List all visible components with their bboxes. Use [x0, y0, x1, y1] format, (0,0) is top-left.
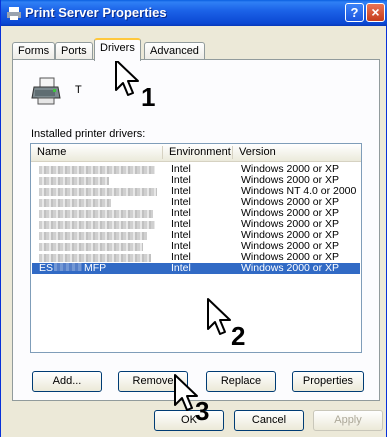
properties-button[interactable]: Properties	[292, 371, 364, 392]
mouse-pointer-icon	[115, 59, 139, 96]
table-row-selected[interactable]: ES MFP Intel Windows 2000 or XP	[32, 263, 360, 274]
tab-advanced[interactable]: Advanced	[144, 42, 205, 60]
column-header-environment[interactable]: Environment	[163, 146, 233, 159]
driver-environment: Intel	[171, 262, 191, 274]
apply-button[interactable]: Apply	[313, 410, 383, 431]
step-1-callout: 1	[141, 82, 156, 112]
tab-ports[interactable]: Ports	[55, 42, 93, 60]
replace-button[interactable]: Replace	[206, 371, 276, 392]
close-button[interactable]: ×	[366, 3, 385, 22]
server-name: T	[75, 84, 82, 96]
print-server-icon	[31, 77, 61, 105]
driver-name: ES MFP	[39, 263, 106, 274]
cancel-button[interactable]: Cancel	[234, 410, 304, 431]
driver-version: Windows 2000 or XP	[241, 262, 340, 274]
step-3-callout: 3	[195, 396, 210, 426]
help-button[interactable]: ?	[345, 3, 364, 22]
ok-button[interactable]: OK	[154, 410, 224, 431]
tab-forms[interactable]: Forms	[12, 42, 56, 60]
list-header: Name Environment Version	[31, 144, 361, 162]
add-button[interactable]: Add...	[32, 371, 102, 392]
printer-icon	[7, 7, 21, 20]
tab-drivers[interactable]: Drivers	[94, 38, 141, 61]
column-header-name[interactable]: Name	[31, 146, 163, 159]
driver-name-suffix: MFP	[84, 262, 107, 274]
title-bar[interactable]: Print Server Properties ? ×	[1, 0, 387, 26]
drivers-tab-panel: T Installed printer drivers: Name Enviro…	[12, 59, 380, 401]
installed-drivers-list[interactable]: Name Environment Version Intel Windows 2…	[30, 143, 362, 353]
print-server-properties-window: Print Server Properties ? × Forms Ports …	[0, 0, 387, 437]
step-2-callout: 2	[231, 321, 246, 351]
driver-name-prefix: ES	[39, 262, 54, 274]
window-title: Print Server Properties	[25, 5, 167, 20]
column-header-version[interactable]: Version	[233, 146, 360, 159]
mouse-pointer-icon	[207, 298, 231, 335]
installed-drivers-label: Installed printer drivers:	[31, 128, 146, 140]
